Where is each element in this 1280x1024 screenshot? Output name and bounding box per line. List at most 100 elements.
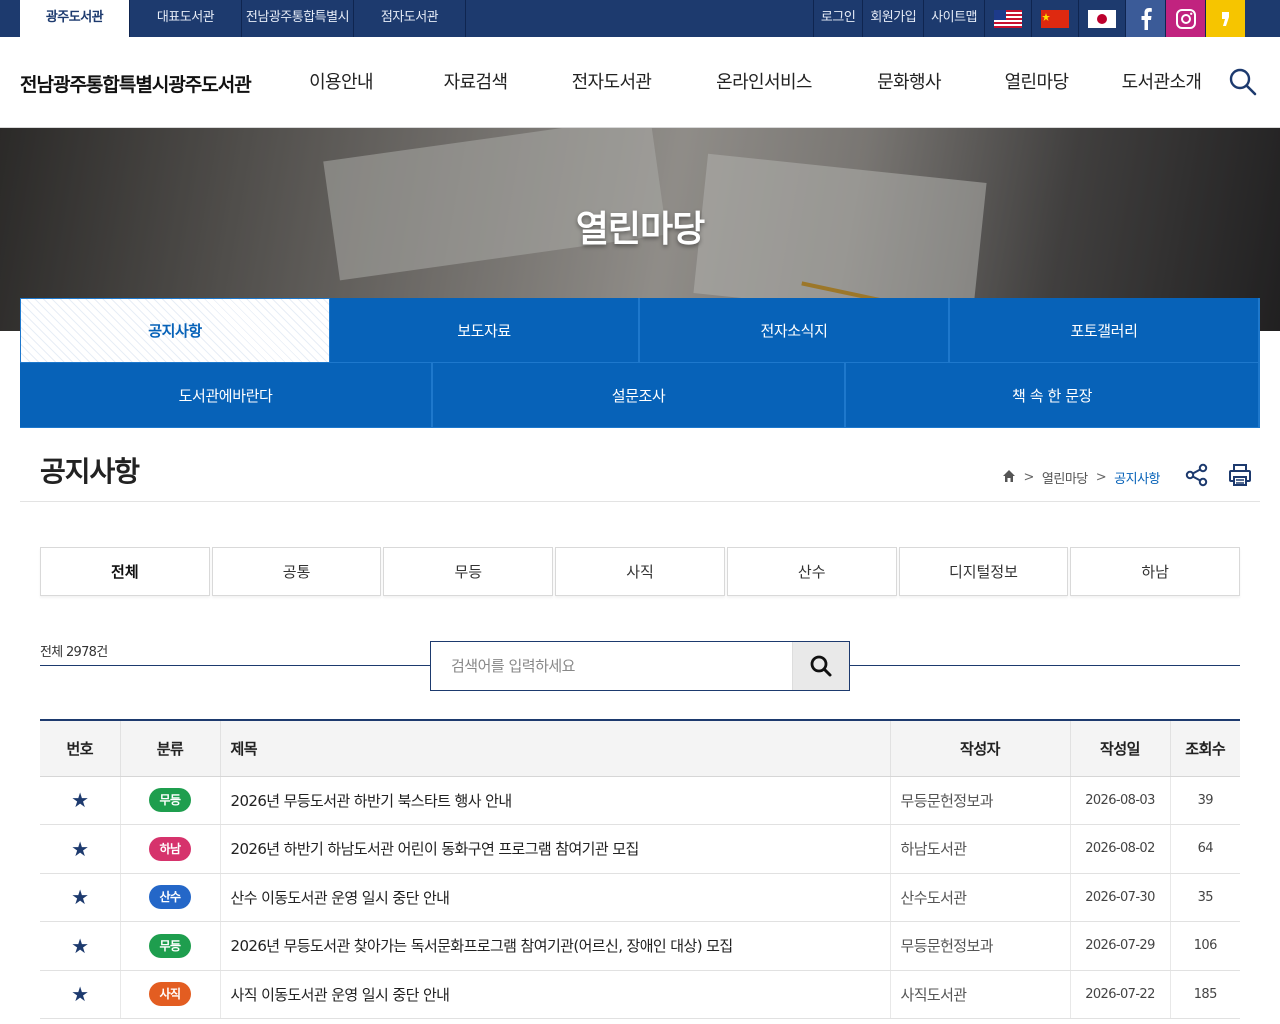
search-icon [810, 655, 832, 677]
site-link-braille[interactable]: 점자도서관 [354, 0, 466, 37]
notice-star-icon: ★ [71, 836, 89, 861]
category-badge: 하남 [149, 836, 191, 861]
post-date: 2026-07-30 [1070, 873, 1171, 922]
site-header: 전남광주통합특별시광주도서관 이용안내 자료검색 전자도서관 온라인서비스 문화… [0, 37, 1280, 128]
gnb-item-about[interactable]: 도서관소개 [1109, 37, 1214, 128]
home-icon[interactable] [1002, 469, 1016, 487]
page-title: 공지사항 [40, 455, 140, 488]
gnb-item-elibrary[interactable]: 전자도서관 [549, 37, 674, 128]
table-row[interactable]: ★ 사직 사직 이동도서관 운영 일시 중단 안내 사직도서관 2026-07-… [40, 970, 1240, 1019]
category-tab-mudeung[interactable]: 무등 [383, 547, 554, 596]
print-icon[interactable] [1227, 462, 1253, 488]
main-navigation: 이용안내 자료검색 전자도서관 온라인서비스 문화행사 열린마당 도서관소개 [280, 37, 1214, 128]
column-header-number: 번호 [40, 719, 121, 777]
gnb-item-culture[interactable]: 문화행사 [854, 37, 964, 128]
table-row[interactable]: ★ 하남 2026년 하반기 하남도서관 어린이 동화구연 프로그램 참여기관 … [40, 824, 1240, 874]
search-input[interactable] [431, 642, 792, 690]
column-header-date: 작성일 [1070, 719, 1171, 777]
category-tab-hanam[interactable]: 하남 [1070, 547, 1241, 596]
divider [850, 665, 1240, 666]
top-utility-bar: 광주도서관 대표도서관 전남광주통합특별시 점자도서관 로그인 회원가입 사이트… [0, 0, 1280, 37]
post-views: 64 [1170, 824, 1240, 874]
submenu-book-quote[interactable]: 책 속 한 문장 [846, 363, 1260, 428]
kakaostory-icon[interactable] [1205, 0, 1245, 37]
post-views: 35 [1170, 873, 1240, 922]
signup-link[interactable]: 회원가입 [862, 0, 923, 37]
notice-star-icon: ★ [71, 885, 89, 910]
site-link-main[interactable]: 대표도서관 [130, 0, 242, 37]
post-date: 2026-08-03 [1070, 776, 1171, 825]
sub-menu: 공지사항 보도자료 전자소식지 포토갤러리 도서관에바란다 설문조사 책 속 한… [20, 298, 1260, 428]
search-button[interactable] [792, 642, 849, 690]
notice-star-icon: ★ [71, 982, 89, 1007]
post-title-link[interactable]: 2026년 무등도서관 하반기 북스타트 행사 안내 [220, 776, 891, 825]
post-writer: 무등문헌정보과 [890, 921, 1071, 971]
post-date: 2026-08-02 [1070, 824, 1171, 874]
total-count: 전체 2978건 [40, 645, 108, 660]
column-header-category: 분류 [120, 719, 221, 777]
submenu-notice[interactable]: 공지사항 [20, 298, 330, 363]
post-views: 39 [1170, 776, 1240, 825]
category-tab-digital[interactable]: 디지털정보 [898, 547, 1069, 596]
post-writer: 무등문헌정보과 [890, 776, 1071, 825]
gnb-item-online[interactable]: 온라인서비스 [674, 37, 854, 128]
divider [40, 665, 430, 666]
divider [20, 501, 1260, 502]
post-date: 2026-07-22 [1070, 970, 1171, 1019]
column-header-writer: 작성자 [890, 719, 1071, 777]
gnb-item-usage[interactable]: 이용안내 [280, 37, 402, 128]
table-row[interactable]: ★ 무등 2026년 무등도서관 하반기 북스타트 행사 안내 무등문헌정보과 … [40, 776, 1240, 825]
table-header-row: 번호 분류 제목 작성자 작성일 조회수 [40, 719, 1240, 777]
gnb-item-search[interactable]: 자료검색 [402, 37, 549, 128]
gnb-item-open[interactable]: 열린마당 [964, 37, 1109, 128]
post-writer: 산수도서관 [890, 873, 1071, 922]
breadcrumb-section[interactable]: 열린마당 [1042, 468, 1088, 487]
post-views: 185 [1170, 970, 1240, 1019]
submenu-suggestions[interactable]: 도서관에바란다 [20, 363, 433, 428]
breadcrumb: > 열린마당 > 공지사항 [1002, 468, 1160, 487]
site-logo[interactable]: 전남광주통합특별시광주도서관 [20, 70, 252, 97]
post-writer: 하남도서관 [890, 824, 1071, 874]
site-link-integrated[interactable]: 전남광주통합특별시 [242, 0, 354, 37]
category-badge: 무등 [149, 788, 191, 813]
us-flag-icon[interactable] [984, 0, 1031, 37]
submenu-survey[interactable]: 설문조사 [433, 363, 846, 428]
site-links: 광주도서관 대표도서관 전남광주통합특별시 점자도서관 [20, 0, 466, 37]
submenu-press[interactable]: 보도자료 [330, 298, 640, 363]
sitemap-link[interactable]: 사이트맵 [923, 0, 984, 37]
category-badge: 무등 [149, 933, 191, 958]
submenu-newsletter[interactable]: 전자소식지 [640, 298, 950, 363]
japan-flag-icon[interactable] [1078, 0, 1125, 37]
column-header-title: 제목 [220, 719, 891, 777]
post-title-link[interactable]: 산수 이동도서관 운영 일시 중단 안내 [220, 873, 891, 922]
table-row[interactable]: ★ 무등 2026년 무등도서관 찾아가는 독서문화프로그램 참여기관(어르신,… [40, 921, 1240, 971]
post-writer: 사직도서관 [890, 970, 1071, 1019]
post-date: 2026-07-29 [1070, 921, 1171, 971]
instagram-icon[interactable] [1165, 0, 1205, 37]
category-tab-common[interactable]: 공통 [211, 547, 382, 596]
post-title-link[interactable]: 2026년 하반기 하남도서관 어린이 동화구연 프로그램 참여기관 모집 [220, 824, 891, 874]
breadcrumb-current: 공지사항 [1114, 472, 1160, 487]
column-header-views: 조회수 [1170, 719, 1240, 777]
china-flag-icon[interactable] [1031, 0, 1078, 37]
category-badge: 산수 [149, 885, 191, 910]
site-link-gwangju[interactable]: 광주도서관 [20, 0, 130, 37]
utility-links: 로그인 회원가입 사이트맵 [812, 0, 1245, 37]
facebook-icon[interactable] [1125, 0, 1165, 37]
category-tab-sansu[interactable]: 산수 [726, 547, 897, 596]
category-tabs: 전체 공통 무등 사직 산수 디지털정보 하남 [40, 547, 1241, 596]
table-row[interactable]: ★ 산수 산수 이동도서관 운영 일시 중단 안내 산수도서관 2026-07-… [40, 873, 1240, 922]
post-title-link[interactable]: 2026년 무등도서관 찾아가는 독서문화프로그램 참여기관(어르신, 장애인 … [220, 921, 891, 971]
post-views: 106 [1170, 921, 1240, 971]
section-title: 열린마당 [575, 209, 705, 250]
category-tab-sajik[interactable]: 사직 [555, 547, 725, 596]
notice-star-icon: ★ [71, 788, 89, 813]
login-link[interactable]: 로그인 [812, 0, 862, 37]
category-badge: 사직 [149, 982, 191, 1007]
board-search [430, 641, 850, 691]
post-title-link[interactable]: 사직 이동도서관 운영 일시 중단 안내 [220, 970, 891, 1019]
category-tab-all[interactable]: 전체 [40, 547, 210, 596]
submenu-photo-gallery[interactable]: 포토갤러리 [950, 298, 1260, 363]
share-icon[interactable] [1184, 462, 1210, 488]
search-icon[interactable] [1228, 67, 1258, 97]
